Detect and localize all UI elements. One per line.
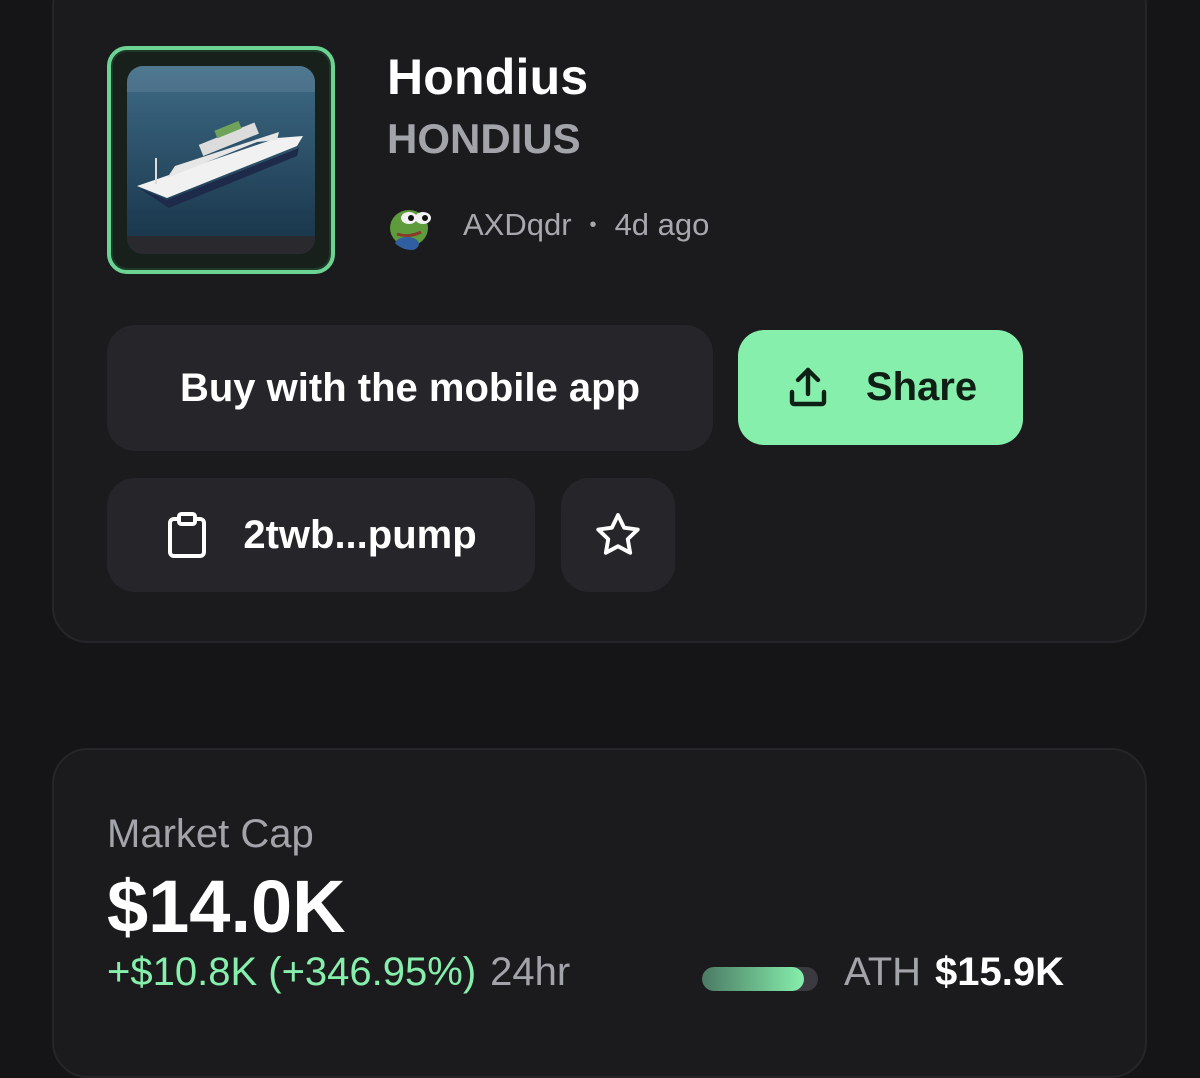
token-name: Hondius <box>387 49 589 105</box>
buy-mobile-app-button[interactable]: Buy with the mobile app <box>107 325 713 451</box>
creator-name[interactable]: AXDqdr <box>463 207 572 243</box>
favorite-button[interactable] <box>561 478 675 592</box>
buy-button-label: Buy with the mobile app <box>179 365 641 410</box>
ath-row: ATH $15.9K <box>844 950 1064 995</box>
market-cap-value: $14.0K <box>107 865 346 948</box>
token-info-card: Hondius HONDIUS AXDqdr • 4d ago Buy with… <box>52 0 1147 643</box>
ath-progress-bar <box>702 967 818 991</box>
ship-image <box>127 66 315 254</box>
market-cap-change-row: +$10.8K (+346.95%) 24hr <box>107 950 570 995</box>
pepe-frog-avatar[interactable] <box>387 200 437 250</box>
creator-row: AXDqdr • 4d ago <box>387 197 709 253</box>
created-age: 4d ago <box>614 207 710 242</box>
token-image-frame <box>107 46 335 274</box>
ath-label: ATH <box>844 950 922 994</box>
copy-address-button[interactable]: 2twb...pump <box>107 478 535 592</box>
ath-progress-fill <box>702 967 805 991</box>
star-icon <box>596 513 640 555</box>
market-cap-change: +$10.8K (+346.95%) <box>107 950 477 994</box>
market-cap-label: Market Cap <box>107 812 314 856</box>
ath-value: $15.9K <box>935 950 1065 994</box>
change-period: 24hr <box>490 950 571 994</box>
contract-address: 2twb...pump <box>243 512 477 557</box>
share-button[interactable]: Share <box>738 330 1023 445</box>
token-symbol: HONDIUS <box>387 115 581 162</box>
separator-dot: • <box>589 213 597 236</box>
upload-share-icon <box>789 367 827 406</box>
market-cap-card: Market Cap $14.0K +$10.8K (+346.95%) 24h… <box>52 748 1147 1078</box>
share-button-label: Share <box>865 365 978 409</box>
clipboard-icon <box>168 512 207 558</box>
